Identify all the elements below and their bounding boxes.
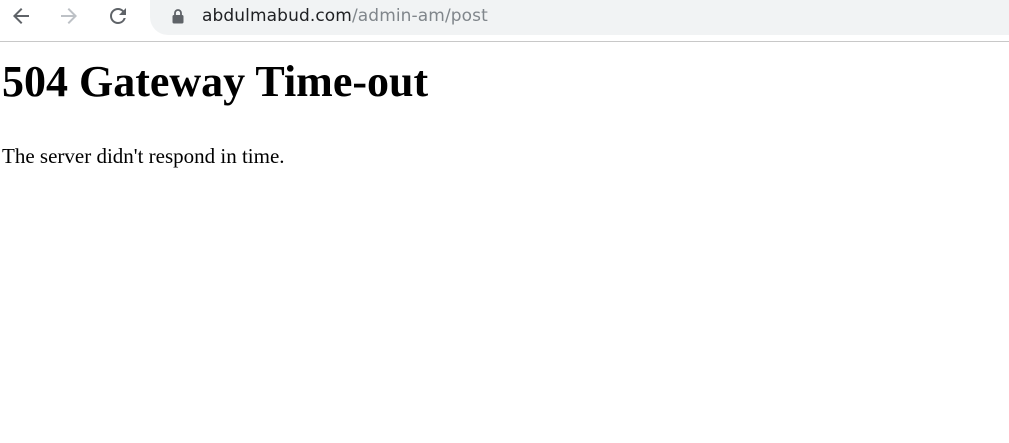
page-content: 504 Gateway Time-out The server didn't r… xyxy=(0,43,1009,443)
back-button[interactable] xyxy=(3,0,39,32)
url-path: /admin-am/post xyxy=(351,6,488,26)
forward-button[interactable] xyxy=(51,0,87,32)
browser-toolbar: abdulmabud.com/admin-am/post xyxy=(0,0,1009,42)
arrow-left-icon xyxy=(13,8,29,24)
reload-button[interactable] xyxy=(100,0,136,32)
error-message: The server didn't respond in time. xyxy=(2,144,285,168)
arrow-right-icon xyxy=(61,8,77,24)
url-text[interactable]: abdulmabud.com/admin-am/post xyxy=(202,5,488,27)
page-title: 504 Gateway Time-out xyxy=(2,57,429,106)
address-bar[interactable]: abdulmabud.com/admin-am/post xyxy=(150,0,1009,35)
url-host: abdulmabud.com xyxy=(202,6,352,26)
reload-icon xyxy=(110,7,126,24)
lock-icon[interactable] xyxy=(170,8,186,24)
